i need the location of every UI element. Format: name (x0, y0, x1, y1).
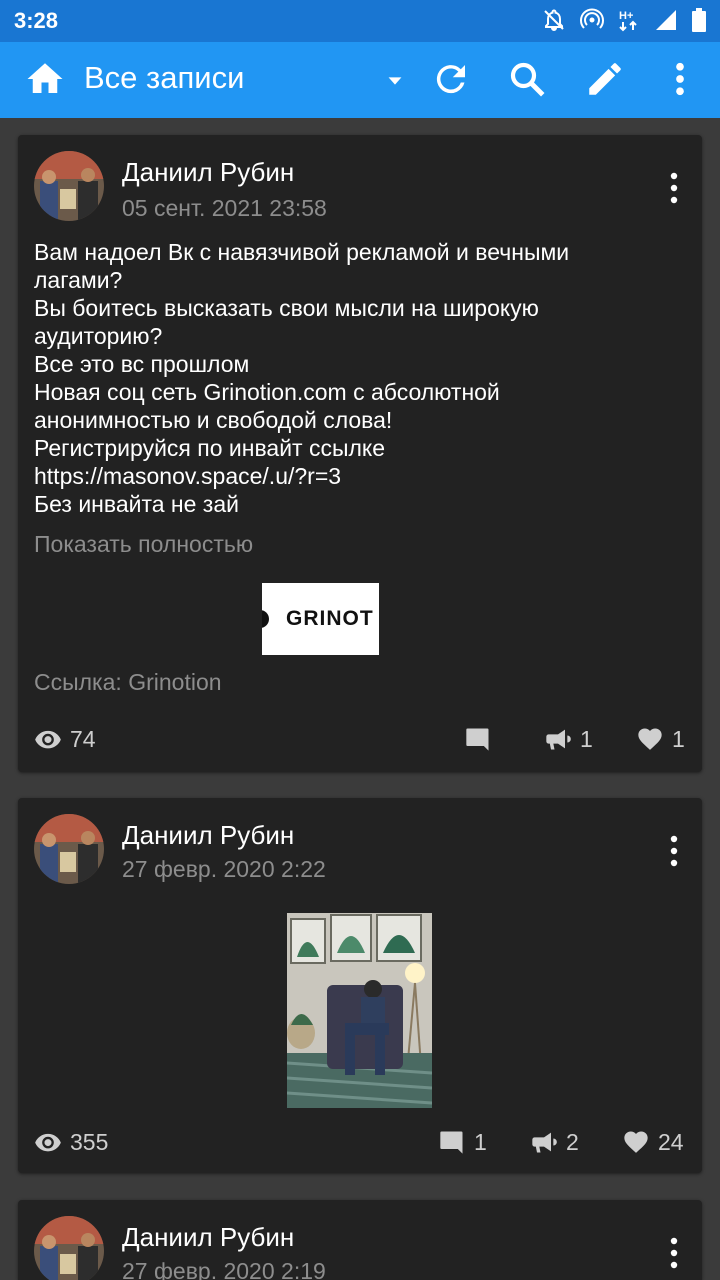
views-stat: 355 (34, 1128, 108, 1156)
mute-icon (542, 8, 566, 32)
home-icon[interactable] (24, 58, 66, 105)
more-icon[interactable] (664, 58, 696, 105)
avatar[interactable] (34, 151, 104, 221)
reposts-count: 1 (580, 725, 593, 752)
reposts-count: 2 (566, 1128, 579, 1155)
comment-icon[interactable] (464, 725, 492, 753)
comments-count: 1 (474, 1128, 487, 1155)
search-icon[interactable] (506, 58, 548, 105)
likes-stat[interactable]: 1 (636, 725, 685, 753)
comments-stat[interactable] (464, 725, 500, 753)
comments-stat[interactable]: 1 (438, 1128, 487, 1156)
signal-icon (654, 8, 678, 32)
eye-icon (34, 1128, 62, 1156)
post-date: 27 февр. 2020 2:19 (122, 1258, 326, 1280)
avatar[interactable] (34, 1216, 104, 1280)
status-bar: 3:28 H+ (0, 0, 720, 42)
heart-icon[interactable] (622, 1128, 650, 1156)
likes-count: 1 (672, 725, 685, 752)
eye-icon (34, 725, 62, 753)
reposts-stat[interactable]: 1 (544, 725, 593, 753)
post-author[interactable]: Даниил Рубин (122, 1222, 294, 1253)
post-date: 05 сент. 2021 23:58 (122, 195, 327, 221)
likes-count: 24 (658, 1128, 684, 1155)
show-more-link[interactable]: Показать полностью (34, 531, 253, 558)
link-preview-image[interactable]: GRINOT (262, 583, 379, 655)
views-count: 355 (70, 1128, 109, 1155)
post-author[interactable]: Даниил Рубин (122, 820, 294, 851)
post-menu-icon[interactable] (668, 1236, 680, 1275)
post-text: Вам надоел Вк с навязчивой рекламой и ве… (34, 239, 570, 517)
link-label[interactable]: Ссылка: Grinotion (34, 669, 222, 696)
edit-icon[interactable] (584, 58, 626, 105)
hotspot-icon (580, 8, 604, 32)
post-date: 27 февр. 2020 2:22 (122, 856, 326, 882)
app-bar: Все записи (0, 42, 720, 118)
post-card: Даниил Рубин 27 февр. 2020 2:22 355 1 2 … (18, 798, 702, 1173)
reposts-stat[interactable]: 2 (530, 1128, 579, 1156)
dropdown-arrow-icon[interactable] (384, 70, 406, 97)
views-stat: 74 (34, 725, 96, 753)
status-icons: H+ (542, 8, 706, 32)
post-card: Даниил Рубин 05 сент. 2021 23:58 Вам над… (18, 135, 702, 772)
post-photo[interactable] (287, 913, 432, 1108)
status-time: 3:28 (14, 8, 59, 33)
battery-icon (692, 8, 706, 32)
views-count: 74 (70, 725, 96, 752)
post-card: Даниил Рубин 27 февр. 2020 2:19 (18, 1200, 702, 1280)
likes-stat[interactable]: 24 (622, 1128, 684, 1156)
heart-icon[interactable] (636, 725, 664, 753)
megaphone-icon[interactable] (544, 725, 572, 753)
post-menu-icon[interactable] (668, 171, 680, 210)
megaphone-icon[interactable] (530, 1128, 558, 1156)
data-hplus-icon: H+ (618, 8, 640, 32)
avatar[interactable] (34, 814, 104, 884)
post-author[interactable]: Даниил Рубин (122, 157, 294, 188)
logo-text: GRINOT (286, 607, 374, 630)
svg-text:H+: H+ (619, 10, 633, 22)
post-menu-icon[interactable] (668, 834, 680, 873)
comment-icon[interactable] (438, 1128, 466, 1156)
refresh-icon[interactable] (430, 58, 472, 105)
feed-title[interactable]: Все записи (84, 60, 244, 96)
